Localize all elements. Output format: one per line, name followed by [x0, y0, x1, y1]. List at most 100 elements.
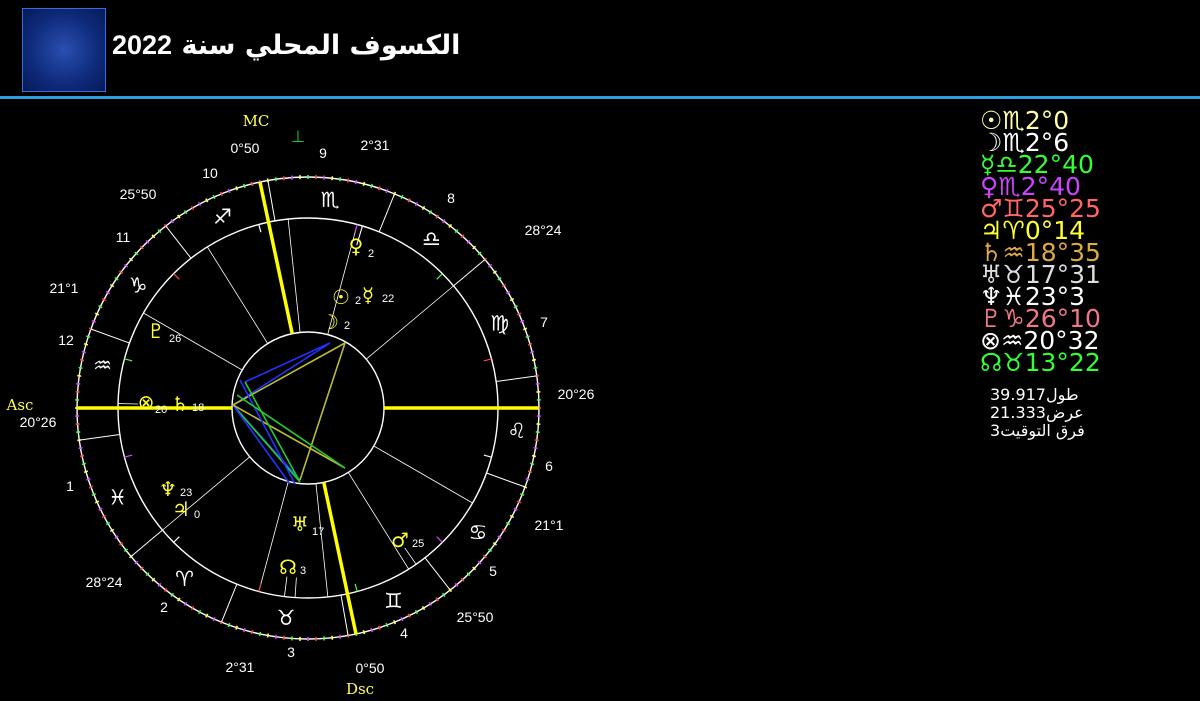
ring-tick — [227, 188, 231, 194]
ring-tick — [531, 454, 537, 458]
degree-tick — [258, 583, 262, 592]
degree-tick — [354, 224, 358, 233]
latitude-text: 21.333عرض — [990, 403, 1084, 422]
ring-tick — [79, 358, 85, 362]
ring-tick — [525, 478, 530, 481]
angle-axis — [322, 481, 358, 635]
planet-degree: 2 — [368, 248, 374, 260]
ring-tick — [197, 609, 202, 615]
ring-tick — [531, 358, 537, 362]
planet-glyph: ♄ — [171, 392, 189, 416]
degree-tick — [483, 454, 492, 458]
legend-entry: ☊♉13°22 — [980, 348, 1101, 377]
zodiac-sign-glyph: ♍ — [490, 312, 509, 336]
longitude-text: 39.917طول — [990, 385, 1079, 404]
legend-entry: ♀♏2°40 — [980, 172, 1081, 201]
house-cusp — [206, 246, 269, 344]
legend-entry: ♂♊25°25 — [980, 194, 1101, 223]
cusp-degree: 25°50 — [120, 186, 157, 202]
planet-glyph: ⊗ — [138, 390, 155, 414]
ring-tick — [77, 374, 82, 377]
planet-glyph: ☽ — [321, 310, 339, 334]
ring-tick — [522, 327, 528, 331]
degree-tick — [124, 454, 133, 458]
aspect-line — [232, 404, 301, 483]
ring-tick — [513, 305, 518, 309]
ring-tick — [243, 183, 246, 189]
ring-tick — [362, 630, 366, 635]
zodiac-sign-glyph: ♓ — [108, 486, 127, 510]
ring-tick — [414, 609, 419, 615]
sign-boundary — [453, 259, 486, 287]
ring-tick — [83, 470, 89, 473]
ring-tick — [407, 613, 411, 618]
planet-glyph: ♀ — [349, 234, 364, 258]
zodiac-sign-glyph: ♏ — [321, 188, 340, 212]
house-cusp — [365, 285, 454, 360]
ring-tick — [88, 485, 94, 489]
ring-tick — [205, 613, 209, 618]
ring-tick — [212, 194, 216, 200]
sign-boundary — [424, 557, 451, 591]
ring-tick — [243, 627, 246, 633]
legend-entry: ⊗♒20°32 — [980, 326, 1100, 355]
ring-tick — [516, 500, 522, 504]
sign-boundary — [90, 328, 130, 344]
ring-tick — [534, 439, 539, 442]
ring-tick — [509, 514, 515, 519]
zodiac-sign-glyph: ♈ — [175, 567, 194, 591]
ring-tick — [516, 312, 522, 316]
desc-right-degree: 20°26 — [558, 386, 595, 402]
sign-boundary — [130, 529, 163, 557]
planet-degree: 18 — [192, 402, 204, 414]
ring-tick — [274, 177, 277, 182]
planet-glyph: ♂ — [391, 528, 409, 552]
degree-tick — [173, 273, 180, 280]
ring-tick — [370, 183, 373, 189]
legend-entry: ☉♏2°0 — [980, 106, 1070, 135]
degree-tick — [436, 536, 443, 543]
ring-tick — [266, 633, 270, 638]
ring-tick — [235, 625, 238, 630]
cusp-degree: 28°24 — [86, 574, 123, 590]
ring-tick — [378, 186, 381, 191]
ring-tick — [79, 454, 85, 458]
ring-tick — [527, 470, 533, 473]
ring-tick — [83, 343, 89, 346]
ring-tick — [527, 343, 533, 346]
house-number: 12 — [58, 332, 74, 348]
planet-glyph: ♆ — [159, 477, 177, 501]
planet-degree: 2 — [344, 320, 350, 332]
planet-spoke — [294, 577, 297, 598]
ring-tick — [219, 191, 223, 196]
cusp-degree: 2°31 — [361, 137, 390, 153]
sign-boundary — [79, 433, 120, 441]
house-number: 7 — [540, 314, 548, 330]
house-number: 3 — [287, 644, 295, 660]
ring-tick — [98, 507, 103, 511]
ring-tick — [212, 616, 216, 622]
house-number: 11 — [116, 229, 131, 245]
ring-tick — [81, 462, 86, 466]
sign-boundary — [486, 472, 526, 488]
ring-tick — [235, 186, 238, 191]
ring-tick — [101, 297, 107, 302]
site-logo — [22, 8, 106, 92]
house-number: 2 — [160, 599, 168, 615]
planet-glyph: ☿ — [362, 283, 374, 307]
ring-tick — [400, 194, 404, 200]
zodiac-sign-glyph: ♋ — [468, 520, 487, 544]
ring-tick — [520, 319, 525, 323]
timezone-text: فرق التوقيت3 — [990, 421, 1085, 440]
angle-axis — [258, 181, 294, 335]
cusp-degree: 21°1 — [50, 280, 79, 296]
ring-tick — [339, 177, 342, 182]
ring-tick — [520, 493, 525, 497]
aspect-line — [244, 342, 331, 383]
zodiac-sign-glyph: ♌ — [507, 419, 526, 443]
house-number: 1 — [66, 478, 74, 494]
title-year: 2022 — [112, 30, 173, 60]
asc-label: Asc — [6, 396, 34, 414]
ring-tick — [101, 514, 107, 519]
dsc-degree: 0°50 — [356, 660, 385, 676]
